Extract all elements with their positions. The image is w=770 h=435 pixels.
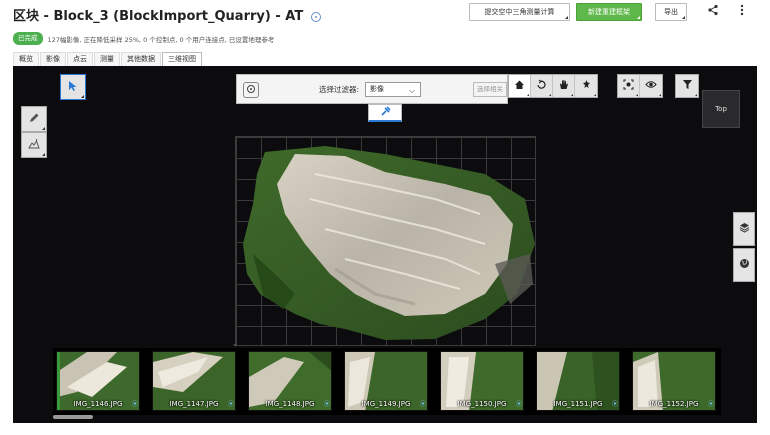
zoom-icon — [581, 79, 592, 93]
photo-filename: IMG_1148.JPG — [265, 400, 315, 408]
geotag-pin-icon: ⦿ — [708, 401, 715, 408]
submit-aerotriangulation-button[interactable]: 提交空中三角测量计算 — [469, 3, 570, 21]
tools-wrench-icon — [380, 105, 391, 120]
filter-icon — [682, 79, 693, 93]
home-button[interactable] — [509, 75, 531, 97]
geotag-pin-icon: ⦿ — [516, 401, 523, 408]
filter-panel-toggle[interactable] — [243, 82, 259, 98]
filter-button[interactable] — [676, 75, 698, 97]
filter-label: 选择过滤器: — [319, 85, 360, 94]
filmstrip-scrollbar[interactable] — [53, 415, 93, 419]
header: 区块 - Block_3 (BlockImport_Quarry) - AT 已… — [0, 0, 770, 50]
photo-thumbnail[interactable]: IMG_1146.JPG ⦿ — [56, 351, 140, 411]
eye-icon — [645, 79, 657, 93]
rotate-button[interactable] — [531, 75, 553, 97]
navigation-cube[interactable]: Top — [702, 90, 740, 128]
navcube-label: Top — [715, 105, 727, 113]
title-prefix: 区块 - — [13, 9, 54, 24]
status-row: 已完成 127幅影像, 正在降低采样 25%, 0 个控制点, 0 个用户连接点,… — [13, 28, 274, 45]
photo-thumbnail[interactable]: IMG_1148.JPG ⦿ — [248, 351, 332, 411]
layers-icon — [739, 222, 750, 236]
pan-hand-icon — [558, 79, 569, 93]
photo-filename: IMG_1146.JPG — [73, 400, 123, 408]
filter-select-value: 影像 — [370, 85, 384, 93]
zoom-button[interactable] — [575, 75, 597, 97]
3d-viewer[interactable]: 选择过滤器: 影像 ⌵ 选择相关 Top ⌄ IMG_1146.JPG ⦿ IM… — [13, 66, 757, 423]
pan-button[interactable] — [553, 75, 575, 97]
filter-toolbar — [675, 74, 699, 98]
geotag-pin-icon: ⦿ — [132, 401, 139, 408]
more-vertical-icon[interactable] — [735, 4, 749, 18]
measure-tool-button[interactable] — [21, 106, 47, 132]
cursor-target-icon — [246, 84, 256, 97]
terrain-icon — [28, 138, 40, 153]
status-badge: 已完成 — [13, 32, 43, 45]
tab-point-cloud[interactable]: 点云 — [67, 52, 93, 66]
zoom-fit-icon — [623, 79, 634, 93]
geotag-pin-icon: ⦿ — [324, 401, 331, 408]
photo-thumbnail[interactable]: IMG_1150.JPG ⦿ — [440, 351, 524, 411]
view-toolbar — [617, 74, 663, 98]
chevron-down-icon: ⌵ — [408, 86, 415, 95]
geotag-pin-icon: ⦿ — [228, 401, 235, 408]
tab-surveys[interactable]: 测量 — [94, 52, 120, 66]
terrain-tool-button[interactable] — [21, 132, 47, 158]
photo-thumbnail[interactable]: IMG_1152.JPG ⦿ — [632, 351, 716, 411]
navigation-toolbar — [508, 74, 598, 98]
home-icon — [514, 79, 525, 93]
collapse-chevron-icon[interactable]: ⌄ — [232, 340, 238, 348]
page-title: 区块 - Block_3 (BlockImport_Quarry) - AT — [13, 5, 322, 24]
select-related-button[interactable]: 选择相关 — [473, 82, 507, 97]
photo-filename: IMG_1151.JPG — [553, 400, 603, 408]
selection-filter-bar: 选择过滤器: 影像 ⌵ 选择相关 — [236, 74, 508, 104]
photo-filename: IMG_1147.JPG — [169, 400, 219, 408]
photo-filmstrip: IMG_1146.JPG ⦿ IMG_1147.JPG ⦿ IMG_1148.J… — [53, 348, 721, 415]
rotate-icon — [536, 79, 547, 93]
globe-icon — [739, 258, 750, 272]
tab-photos[interactable]: 影像 — [40, 52, 66, 66]
photo-thumbnail[interactable]: IMG_1149.JPG ⦿ — [344, 351, 428, 411]
photo-filename: IMG_1150.JPG — [457, 400, 507, 408]
quarry-mesh-model[interactable] — [235, 144, 545, 344]
select-arrow-icon — [67, 80, 79, 95]
geotag-pin-icon: ⦿ — [612, 401, 619, 408]
globe-button[interactable] — [733, 248, 755, 282]
status-text: 127幅影像, 正在降低采样 25%, 0 个控制点, 0 个用户连接点, 已设… — [47, 35, 275, 44]
select-tool-button[interactable] — [60, 74, 86, 100]
tools-tab[interactable] — [368, 104, 402, 122]
tab-3d-view[interactable]: 三维视图 — [162, 52, 202, 66]
visibility-button[interactable] — [640, 75, 662, 97]
geotag-pin-icon: ⦿ — [420, 401, 427, 408]
info-icon[interactable] — [311, 11, 322, 22]
app-page: 区块 - Block_3 (BlockImport_Quarry) - AT 已… — [0, 0, 770, 435]
zoom-fit-button[interactable] — [618, 75, 640, 97]
filter-select[interactable]: 影像 ⌵ — [365, 82, 421, 97]
tab-bar: 概览 影像 点云 测量 其他数据 三维视图 — [13, 52, 203, 66]
tab-other-data[interactable]: 其他数据 — [121, 52, 161, 66]
new-reconstruction-button[interactable]: 新建重建框架 — [576, 3, 642, 21]
measure-pen-icon — [28, 112, 40, 127]
photo-filename: IMG_1152.JPG — [649, 400, 699, 408]
layers-button[interactable] — [733, 212, 755, 246]
tab-overview[interactable]: 概览 — [13, 52, 39, 66]
photo-thumbnail[interactable]: IMG_1147.JPG ⦿ — [152, 351, 236, 411]
block-name: Block_3 (BlockImport_Quarry) - AT — [53, 9, 304, 24]
share-icon[interactable] — [706, 4, 720, 18]
photo-thumbnail[interactable]: IMG_1151.JPG ⦿ — [536, 351, 620, 411]
photo-filename: IMG_1149.JPG — [361, 400, 411, 408]
export-button[interactable]: 导出 — [655, 3, 687, 21]
